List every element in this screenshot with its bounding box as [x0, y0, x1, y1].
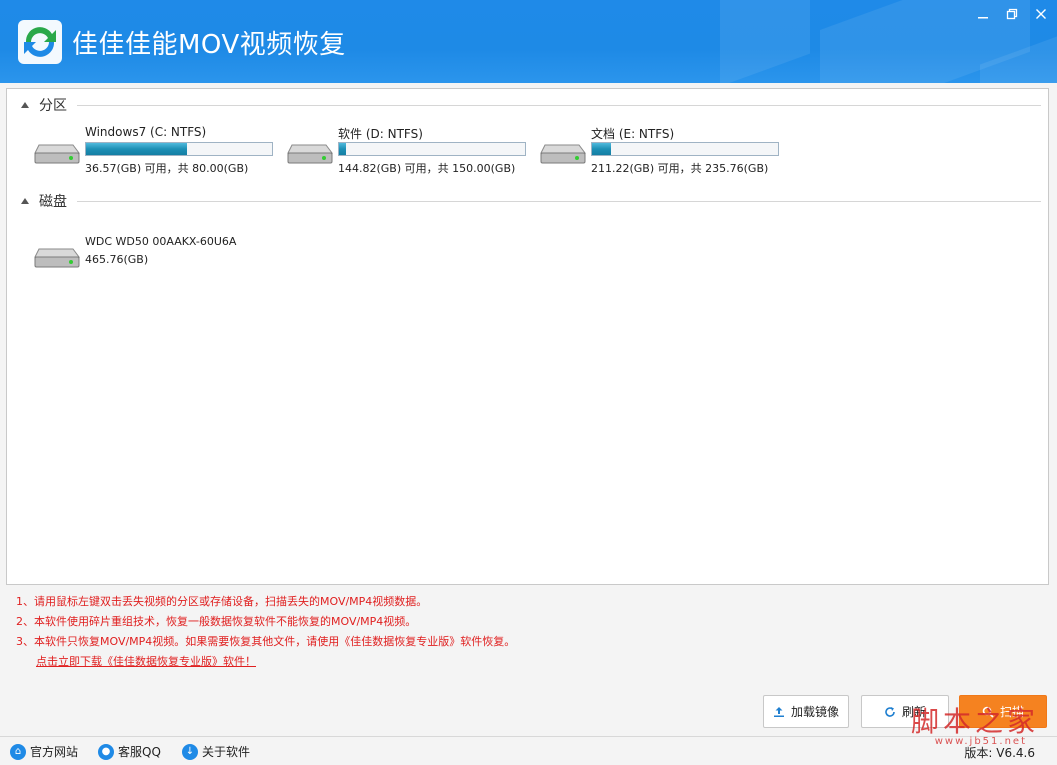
watermark-url: www.jb51.net [934, 736, 1027, 747]
partition-name: 文档 (E: NTFS) [591, 127, 675, 141]
partition-heading: 分区 [39, 98, 67, 114]
support-qq-label: 客服QQ [118, 745, 161, 759]
about-label: 关于软件 [202, 745, 251, 759]
disk-capacity: 465.76(GB) [85, 253, 149, 266]
hard-drive-icon [34, 248, 80, 268]
watermark: 脚本之家 [911, 700, 1039, 740]
collapse-triangle-icon [21, 102, 29, 108]
instruction-line: 2、本软件使用碎片重组技术，恢复一般数据恢复软件不能恢复的MOV/MP4视频。 [16, 615, 417, 628]
close-icon [1036, 9, 1046, 19]
partition-capacity: 36.57(GB) 可用，共 80.00(GB) [85, 162, 249, 175]
official-site-label: 官方网站 [30, 745, 79, 759]
restore-button[interactable] [1001, 6, 1023, 26]
watermark-text: 脚本之家 [910, 705, 1039, 738]
usage-fill [592, 143, 612, 155]
disk-group-header[interactable]: 磁盘 [21, 191, 1041, 211]
disk-item[interactable]: WDC WD50 00AAKX-60U6A 465.76(GB) [33, 229, 283, 279]
upload-icon [773, 706, 784, 717]
load-image-label: 加载镜像 [790, 705, 839, 719]
info-icon: ↓ [182, 743, 198, 760]
app-logo-icon [18, 20, 62, 64]
load-image-button[interactable]: 加载镜像 [763, 695, 849, 728]
partition-item[interactable]: Windows7 (C: NTFS) 36.57(GB) 可用，共 80.00(… [33, 125, 283, 175]
hard-drive-icon [34, 144, 80, 164]
minimize-button[interactable] [972, 6, 994, 26]
home-icon: ⌂ [10, 743, 26, 760]
instruction-line: 1、请用鼠标左键双击丢失视频的分区或存储设备，扫描丢失的MOV/MP4视频数据。 [16, 595, 428, 608]
disk-heading: 磁盘 [39, 194, 67, 210]
hard-drive-icon [287, 144, 333, 164]
divider [77, 104, 1041, 106]
collapse-triangle-icon [21, 198, 29, 204]
official-site-link[interactable]: ⌂ 官方网站 [10, 743, 78, 760]
hard-drive-icon [540, 144, 586, 164]
partition-name: 软件 (D: NTFS) [338, 127, 423, 141]
instructions: 1、请用鼠标左键双击丢失视频的分区或存储设备，扫描丢失的MOV/MP4视频数据。… [16, 592, 515, 672]
partition-item[interactable]: 软件 (D: NTFS) 144.82(GB) 可用，共 150.00(GB) [286, 125, 536, 175]
support-qq-link[interactable]: ● 客服QQ [98, 743, 161, 760]
download-pro-link[interactable]: 点击立即下载《佳佳数据恢复专业版》软件！ [36, 652, 515, 672]
usage-bar [338, 142, 526, 156]
usage-fill [86, 143, 187, 155]
title-bar: 佳佳佳能MOV视频恢复 [0, 0, 1057, 83]
app-title: 佳佳佳能MOV视频恢复 [72, 30, 346, 60]
close-button[interactable] [1030, 6, 1052, 26]
disk-name: WDC WD50 00AAKX-60U6A [85, 235, 237, 248]
minimize-icon [978, 17, 988, 19]
qq-icon: ● [98, 743, 114, 760]
partition-capacity: 144.82(GB) 可用，共 150.00(GB) [338, 162, 516, 175]
restore-icon [1006, 8, 1018, 20]
partition-item[interactable]: 文档 (E: NTFS) 211.22(GB) 可用，共 235.76(GB) [539, 125, 789, 175]
partition-group-header[interactable]: 分区 [21, 95, 1041, 115]
about-link[interactable]: ↓ 关于软件 [182, 743, 250, 760]
decor-cube [820, 0, 930, 83]
partition-name: Windows7 (C: NTFS) [85, 125, 207, 139]
partition-capacity: 211.22(GB) 可用，共 235.76(GB) [591, 162, 769, 175]
usage-bar [85, 142, 273, 156]
decor-cube [720, 0, 810, 83]
instruction-line: 3、本软件只恢复MOV/MP4视频。如果需要恢复其他文件，请使用《佳佳数据恢复专… [16, 635, 516, 648]
refresh-icon [885, 706, 895, 717]
usage-fill [339, 143, 346, 155]
divider [77, 200, 1041, 202]
usage-bar [591, 142, 779, 156]
device-panel: 分区 Windows7 (C: NTFS) 36.57(GB) 可用，共 80.… [6, 88, 1049, 585]
